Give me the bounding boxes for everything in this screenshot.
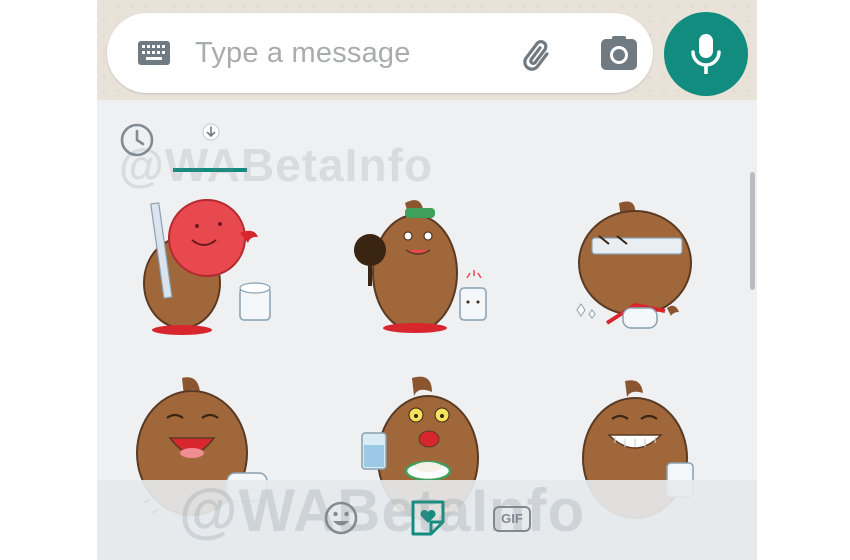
mic-button[interactable] [664, 12, 748, 96]
sticker-panel: @WABetaInfo GIF @WABetaInfo [97, 100, 757, 560]
sticker-poop-mirror[interactable] [350, 188, 500, 338]
mic-icon [691, 34, 721, 74]
sticker-poop-balloon[interactable] [132, 188, 282, 338]
sticker-poop-crying[interactable] [567, 188, 717, 338]
watermark: @WABetaInfo [119, 139, 433, 191]
message-input[interactable]: Type a message [195, 37, 411, 70]
whatsapp-screen: Type a message @WABetaInfo GIF @WABetaIn… [97, 0, 757, 560]
camera-icon[interactable] [599, 34, 639, 74]
watermark-bottom: @WABetaInfo [179, 477, 586, 544]
keyboard-icon[interactable] [137, 40, 171, 66]
scrollbar[interactable] [750, 172, 755, 290]
attach-icon[interactable] [517, 33, 561, 77]
message-composer: Type a message [107, 13, 653, 93]
emoji-sticker-gif-tabs: GIF @WABetaInfo [97, 477, 757, 560]
